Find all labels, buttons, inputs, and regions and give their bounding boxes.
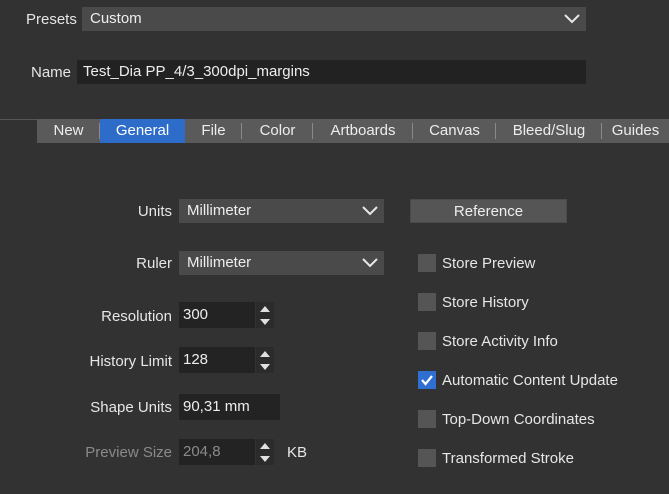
- presets-value: Custom: [90, 10, 142, 27]
- tab-general[interactable]: General: [100, 119, 185, 143]
- ruler-dropdown[interactable]: Millimeter: [179, 251, 384, 275]
- caret-down-icon[interactable]: [256, 360, 274, 373]
- store-activity-info-checkbox[interactable]: [418, 332, 436, 350]
- checkmark-icon: [421, 375, 433, 386]
- chevron-down-icon: [362, 258, 378, 268]
- transformed-stroke-checkbox[interactable]: [418, 449, 436, 467]
- history-limit-input[interactable]: 128: [179, 347, 255, 373]
- reference-button[interactable]: Reference: [410, 199, 567, 223]
- units-dropdown[interactable]: Millimeter: [179, 199, 384, 223]
- resolution-label: Resolution: [101, 308, 172, 325]
- ruler-value: Millimeter: [187, 254, 252, 271]
- preview-size-value: 204,8: [183, 443, 221, 460]
- shape-units-input[interactable]: 90,31 mm: [179, 394, 280, 420]
- transformed-stroke-label: Transformed Stroke: [442, 450, 574, 467]
- caret-up-icon: [256, 439, 274, 452]
- tab-divider-line: [0, 119, 37, 120]
- store-preview-checkbox[interactable]: [418, 254, 436, 272]
- tab-color[interactable]: Color: [242, 119, 313, 143]
- units-label: Units: [137, 203, 172, 220]
- name-value: Test_Dia PP_4/3_300dpi_margins: [83, 63, 310, 80]
- history-limit-value: 128: [183, 351, 209, 368]
- top-down-coordinates-label: Top-Down Coordinates: [442, 411, 595, 428]
- resolution-value: 300: [183, 306, 209, 323]
- preview-size-stepper: [256, 439, 274, 465]
- resolution-input[interactable]: 300: [179, 302, 255, 328]
- caret-down-icon: [256, 452, 274, 465]
- tab-file[interactable]: File: [185, 119, 242, 143]
- history-limit-label: History Limit: [89, 353, 172, 370]
- chevron-down-icon: [564, 14, 580, 24]
- ruler-label: Ruler: [136, 255, 172, 272]
- preview-size-label: Preview Size: [85, 444, 172, 461]
- store-history-label: Store History: [442, 294, 529, 311]
- tab-new[interactable]: New: [37, 119, 100, 143]
- resolution-stepper[interactable]: [256, 302, 274, 328]
- store-preview-label: Store Preview: [442, 255, 536, 272]
- caret-down-icon[interactable]: [256, 315, 274, 328]
- chevron-down-icon: [362, 206, 378, 216]
- name-label: Name: [31, 64, 72, 81]
- tab-canvas[interactable]: Canvas: [413, 119, 496, 143]
- units-value: Millimeter: [187, 202, 252, 219]
- top-down-coordinates-checkbox[interactable]: [418, 410, 436, 428]
- tab-artboards[interactable]: Artboards: [313, 119, 413, 143]
- caret-up-icon[interactable]: [256, 302, 274, 315]
- automatic-content-update-checkbox[interactable]: [418, 371, 436, 389]
- store-activity-info-label: Store Activity Info: [442, 333, 558, 350]
- caret-up-icon[interactable]: [256, 347, 274, 360]
- tab-bar: New General File Color Artboards Canvas …: [37, 119, 669, 143]
- store-history-checkbox[interactable]: [418, 293, 436, 311]
- preview-size-input: 204,8: [179, 439, 255, 465]
- preview-size-unit: KB: [287, 444, 308, 461]
- tab-bleed-slug[interactable]: Bleed/Slug: [496, 119, 602, 143]
- presets-dropdown[interactable]: Custom: [82, 7, 586, 31]
- shape-units-label: Shape Units: [90, 399, 172, 416]
- tab-guides[interactable]: Guides: [602, 119, 669, 143]
- automatic-content-update-label: Automatic Content Update: [442, 372, 618, 389]
- shape-units-value: 90,31 mm: [183, 398, 250, 415]
- presets-label: Presets: [26, 11, 77, 28]
- name-input[interactable]: Test_Dia PP_4/3_300dpi_margins: [77, 60, 586, 84]
- history-limit-stepper[interactable]: [256, 347, 274, 373]
